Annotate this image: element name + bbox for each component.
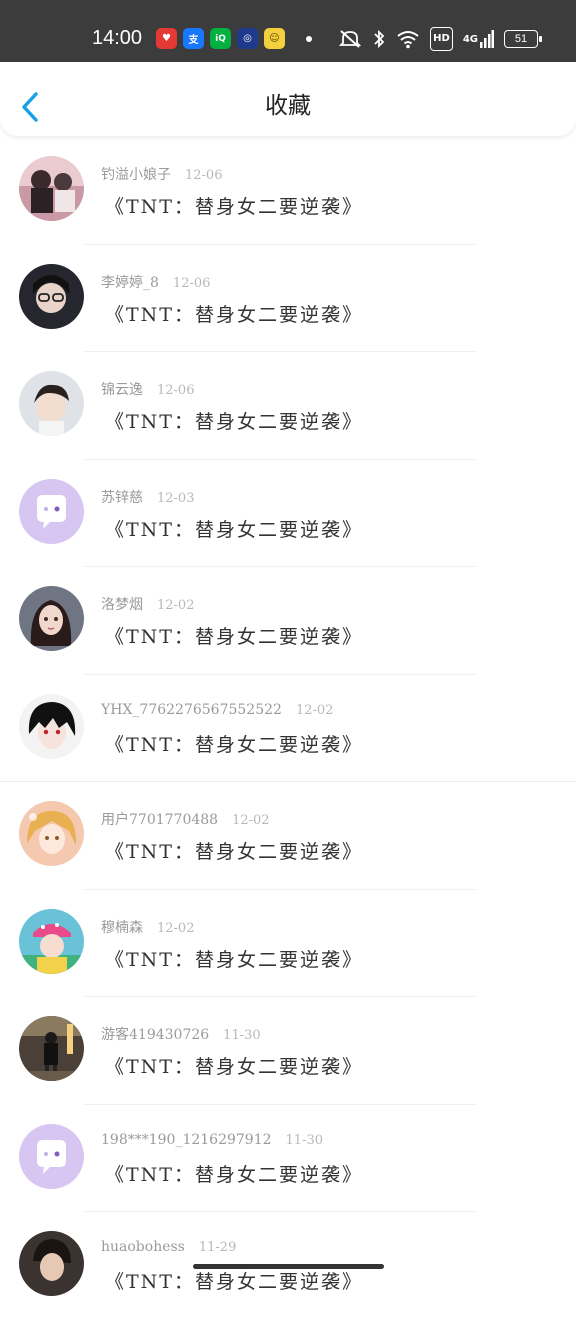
favorite-title: 《TNT：替身女二要逆袭》 (105, 733, 363, 756)
timestamp: 12-02 (157, 598, 195, 613)
list-item[interactable]: 洛梦烟 12-02 《TNT：替身女二要逆袭》 (0, 567, 576, 675)
user-name: 用户7701770488 (101, 812, 219, 828)
bluetooth-icon (372, 28, 386, 50)
favorite-title: 《TNT：替身女二要逆袭》 (105, 411, 363, 433)
user-name: YHX_7762276567552522 (101, 701, 282, 718)
timestamp: 12-02 (295, 702, 334, 718)
timestamp: 12-02 (157, 920, 195, 936)
avatar[interactable] (19, 263, 84, 329)
timestamp: 11-30 (223, 1028, 261, 1043)
chat-bubble-icon (19, 1123, 84, 1189)
avatar[interactable] (19, 693, 84, 759)
avatar[interactable] (19, 1016, 84, 1081)
timestamp: 12-03 (157, 490, 195, 506)
timestamp: 12-02 (232, 813, 270, 828)
timestamp: 11-30 (285, 1132, 323, 1148)
favorite-title: 《TNT：替身女二要逆袭》 (105, 1271, 363, 1293)
heart-app-icon: ♥ (156, 28, 177, 49)
status-time: 14:00 (92, 27, 143, 49)
user-name: 苏锌慈 (101, 489, 143, 506)
page-title: 收藏 (265, 93, 311, 119)
list-item[interactable]: YHX_7762276567552522 12-02 《TNT：替身女二要逆袭》 (0, 675, 576, 782)
alipay-app-icon: 支 (183, 28, 204, 49)
list-item[interactable]: 苏锌慈 12-03 《TNT：替身女二要逆袭》 (0, 460, 576, 567)
circle-app-icon: ◎ (237, 28, 258, 49)
list-item[interactable]: 198***190_1216297912 11-30 《TNT：替身女二要逆袭》 (0, 1105, 576, 1212)
favorite-title: 《TNT：替身女二要逆袭》 (105, 303, 363, 326)
timestamp: 12-06 (172, 275, 211, 291)
list-item[interactable]: 李婷婷_8 12-06 《TNT：替身女二要逆袭》 (0, 245, 576, 352)
page-header: 收藏 (0, 62, 576, 136)
wifi-icon (396, 28, 420, 50)
list-item[interactable]: 钓溢小娘子 12-06 《TNT：替身女二要逆袭》 (0, 137, 576, 245)
user-name: 李婷婷_8 (101, 274, 159, 291)
favorite-title: 《TNT：替身女二要逆袭》 (105, 518, 363, 541)
list-item[interactable]: 游客419430726 11-30 《TNT：替身女二要逆袭》 (0, 997, 576, 1105)
list-item[interactable]: 穆楠森 12-02 《TNT：替身女二要逆袭》 (0, 890, 576, 997)
status-bar: 14:00 ♥ 支 iQ ◎ ☺ HD 4G 51 (0, 0, 576, 62)
more-notifications-dot (306, 36, 312, 42)
notification-app-icons: ♥ 支 iQ ◎ ☺ (156, 28, 285, 49)
favorites-list: 钓溢小娘子 12-06 《TNT：替身女二要逆袭》 李婷婷_8 12-06 《TNT… (0, 137, 576, 1320)
avatar[interactable] (19, 908, 84, 974)
favorite-title: 《TNT：替身女二要逆袭》 (105, 1056, 363, 1078)
yellow-app-icon: ☺ (264, 28, 285, 49)
favorite-title: 《TNT：替身女二要逆袭》 (105, 196, 363, 218)
avatar[interactable] (19, 156, 84, 221)
network-type: 4G (462, 33, 478, 45)
favorite-title: 《TNT：替身女二要逆袭》 (105, 948, 363, 971)
list-item[interactable]: 锦云逸 12-06 《TNT：替身女二要逆袭》 (0, 352, 576, 460)
user-name: 游客419430726 (101, 1027, 210, 1043)
user-name: huaobohess (101, 1239, 185, 1255)
chat-bubble-icon (19, 478, 84, 544)
avatar[interactable] (19, 801, 84, 866)
user-name: 198***190_1216297912 (101, 1131, 272, 1148)
timestamp: 11-29 (198, 1240, 237, 1255)
user-name: 穆楠森 (101, 919, 143, 936)
signal-icon: 4G (463, 28, 494, 50)
favorite-title: 《TNT：替身女二要逆袭》 (105, 841, 363, 863)
avatar[interactable] (19, 1123, 84, 1189)
mute-icon (338, 28, 362, 50)
user-name: 洛梦烟 (101, 597, 143, 613)
hd-badge: HD (430, 27, 453, 51)
favorite-title: 《TNT：替身女二要逆袭》 (105, 626, 363, 648)
list-item[interactable]: 用户7701770488 12-02 《TNT：替身女二要逆袭》 (0, 782, 576, 890)
favorite-title: 《TNT：替身女二要逆袭》 (105, 1163, 363, 1186)
user-name: 钓溢小娘子 (101, 167, 171, 183)
avatar[interactable] (19, 1231, 84, 1296)
avatar[interactable] (19, 371, 84, 436)
user-name: 锦云逸 (101, 382, 143, 398)
avatar[interactable] (19, 586, 84, 651)
iqiyi-app-icon: iQ (210, 28, 231, 49)
timestamp: 12-06 (157, 383, 195, 398)
avatar[interactable] (19, 478, 84, 544)
battery-indicator: 51 (504, 30, 542, 48)
timestamp: 12-06 (185, 168, 223, 183)
home-indicator[interactable] (193, 1264, 384, 1269)
